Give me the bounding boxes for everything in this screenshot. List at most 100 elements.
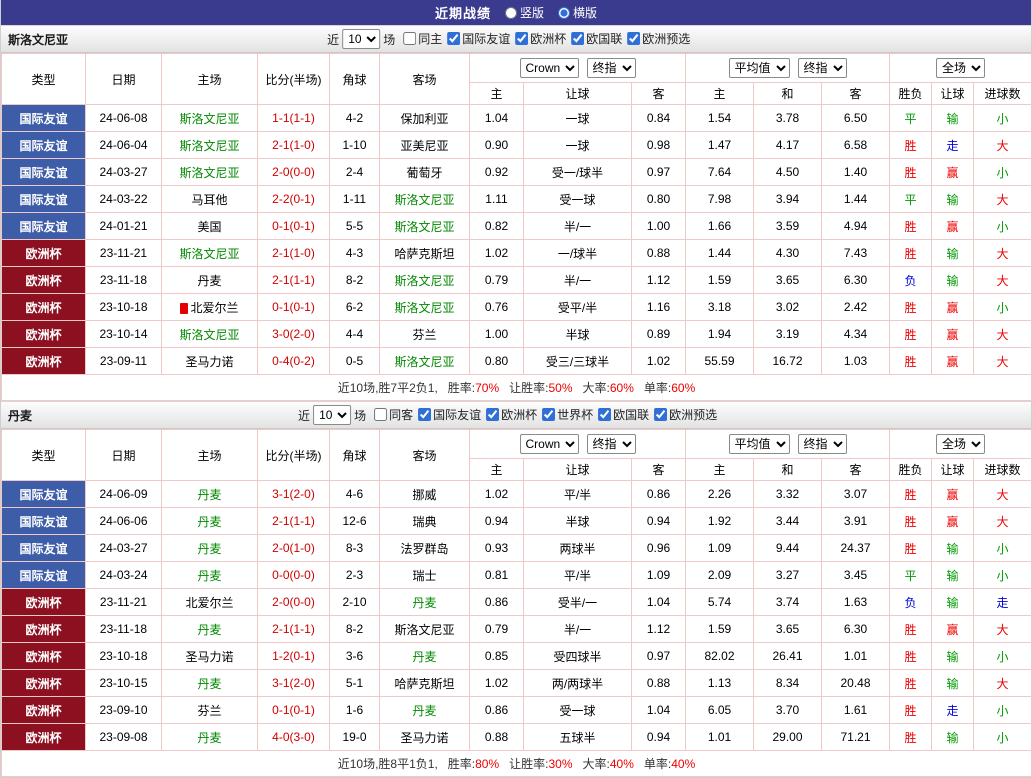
bookmaker-select[interactable]: Crown <box>519 58 579 78</box>
layout-option-vertical[interactable]: 竖版 <box>504 4 544 21</box>
handicap-home-odds: 0.86 <box>469 696 524 724</box>
matches-table: 类型 日期 主场 比分(半场) 角球 客场 Crown 终指 平均值 终指 全场… <box>0 53 1032 401</box>
handicap-line: 受平/半 <box>523 293 632 321</box>
handicap-price-type-select[interactable]: 终指 <box>586 58 636 78</box>
avg-home-odds: 2.26 <box>685 480 755 508</box>
match-date: 24-06-04 <box>85 131 162 159</box>
vertical-layout-radio[interactable] <box>504 6 517 19</box>
score: 3-1(2-0) <box>257 669 330 697</box>
result-winlose: 胜 <box>889 642 933 670</box>
result-handicap: 输 <box>931 104 975 132</box>
handicap-away-odds: 1.12 <box>630 266 687 294</box>
home-team: 斯洛文尼亚 <box>161 131 258 159</box>
result-goals: 大 <box>973 320 1032 348</box>
handicap-line: 半球 <box>523 320 632 348</box>
avg-away-odds: 20.48 <box>821 669 891 697</box>
average-odds-group-header: 平均值 终指 <box>685 429 891 459</box>
result-handicap: 输 <box>931 669 975 697</box>
result-winlose: 胜 <box>889 347 933 375</box>
filter-option-欧国联[interactable]: 欧国联 <box>598 406 649 423</box>
checkbox-欧国联[interactable] <box>598 408 612 421</box>
summary-stat: 单率:40% <box>644 757 695 771</box>
filter-option-欧国联[interactable]: 欧国联 <box>571 30 622 47</box>
result-handicap: 走 <box>931 696 975 724</box>
away-team: 圣马力诺 <box>379 723 470 751</box>
result-winlose: 负 <box>889 588 933 616</box>
avg-home-odds: 1.66 <box>685 212 755 240</box>
result-handicap: 输 <box>931 723 975 751</box>
avg-draw-odds: 3.70 <box>753 696 823 724</box>
result-handicap: 赢 <box>931 615 975 643</box>
filter-option-欧洲杯[interactable]: 欧洲杯 <box>486 406 537 423</box>
subcol-avg-home: 主 <box>685 82 755 105</box>
avg-draw-odds: 4.17 <box>753 131 823 159</box>
league-badge: 欧洲杯 <box>1 696 86 724</box>
handicap-away-odds: 0.96 <box>630 534 687 562</box>
checkbox-同客[interactable] <box>374 408 388 421</box>
corners: 8-2 <box>329 266 380 294</box>
result-scope-select[interactable]: 全场 <box>936 58 986 78</box>
result-goals: 大 <box>973 507 1032 535</box>
checkbox-欧洲杯[interactable] <box>486 408 500 421</box>
checkbox-欧洲预选[interactable] <box>627 32 641 45</box>
away-team: 丹麦 <box>379 642 470 670</box>
horizontal-layout-radio[interactable] <box>558 6 570 19</box>
average-odds-select[interactable]: 平均值 <box>728 58 790 78</box>
handicap-price-type-select[interactable]: 终指 <box>586 434 636 454</box>
recent-count-select[interactable]: 10 <box>313 405 352 425</box>
average-price-type-select[interactable]: 终指 <box>797 58 847 78</box>
result-scope-select[interactable]: 全场 <box>936 434 986 454</box>
handicap-home-odds: 0.81 <box>469 561 524 589</box>
filter-option-欧洲杯[interactable]: 欧洲杯 <box>515 30 566 47</box>
checkbox-label: 欧洲杯 <box>530 32 567 46</box>
filter-option-世界杯[interactable]: 世界杯 <box>542 406 593 423</box>
handicap-home-odds: 1.02 <box>469 239 524 267</box>
away-team: 挪威 <box>379 480 470 508</box>
avg-away-odds: 6.30 <box>821 266 891 294</box>
checkbox-label: 世界杯 <box>557 408 594 422</box>
summary-stat-label: 让胜率: <box>509 381 549 395</box>
filter-option-同客[interactable]: 同客 <box>374 406 413 423</box>
checkbox-同主[interactable] <box>403 32 417 45</box>
recent-count-select[interactable]: 10 <box>342 29 381 49</box>
result-winlose: 胜 <box>889 293 933 321</box>
handicap-home-odds: 1.02 <box>469 480 524 508</box>
result-goals: 小 <box>973 561 1032 589</box>
match-row: 国际友谊 24-06-04 斯洛文尼亚 2-1(1-0) 1-10 亚美尼亚 0.90 一球 0… <box>1 131 1032 159</box>
result-winlose: 胜 <box>889 615 933 643</box>
red-card-icon <box>180 302 189 314</box>
handicap-home-odds: 0.90 <box>469 131 524 159</box>
col-header-home: 主场 <box>161 53 258 105</box>
filter-option-国际友谊[interactable]: 国际友谊 <box>447 30 510 47</box>
away-team: 芬兰 <box>379 320 470 348</box>
checkbox-欧洲预选[interactable] <box>654 408 668 421</box>
score: 0-1(0-1) <box>257 293 330 321</box>
average-odds-select[interactable]: 平均值 <box>728 434 790 454</box>
corners: 1-11 <box>329 185 380 213</box>
checkbox-label: 同主 <box>418 32 443 46</box>
checkbox-欧洲杯[interactable] <box>515 32 529 45</box>
corners: 19-0 <box>329 723 380 751</box>
checkbox-label: 欧洲预选 <box>642 32 691 46</box>
recent-prefix-label: 近 <box>298 408 311 423</box>
bookmaker-select[interactable]: Crown <box>519 434 579 454</box>
handicap-line: 受一球 <box>523 696 632 724</box>
avg-away-odds: 1.63 <box>821 588 891 616</box>
filter-option-国际友谊[interactable]: 国际友谊 <box>418 406 481 423</box>
avg-away-odds: 4.34 <box>821 320 891 348</box>
average-price-type-select[interactable]: 终指 <box>797 434 847 454</box>
checkbox-世界杯[interactable] <box>542 408 556 421</box>
avg-home-odds: 1.54 <box>685 104 755 132</box>
result-handicap: 赢 <box>931 480 975 508</box>
checkbox-国际友谊[interactable] <box>447 32 461 45</box>
avg-draw-odds: 3.65 <box>753 266 823 294</box>
filter-option-欧洲预选[interactable]: 欧洲预选 <box>627 30 690 47</box>
checkbox-国际友谊[interactable] <box>418 408 432 421</box>
handicap-away-odds: 1.09 <box>630 561 687 589</box>
avg-draw-odds: 9.44 <box>753 534 823 562</box>
filter-option-欧洲预选[interactable]: 欧洲预选 <box>654 406 717 423</box>
avg-home-odds: 1.59 <box>685 615 755 643</box>
filter-option-同主[interactable]: 同主 <box>403 30 442 47</box>
checkbox-欧国联[interactable] <box>571 32 585 45</box>
layout-option-horizontal[interactable]: 横版 <box>558 4 597 21</box>
